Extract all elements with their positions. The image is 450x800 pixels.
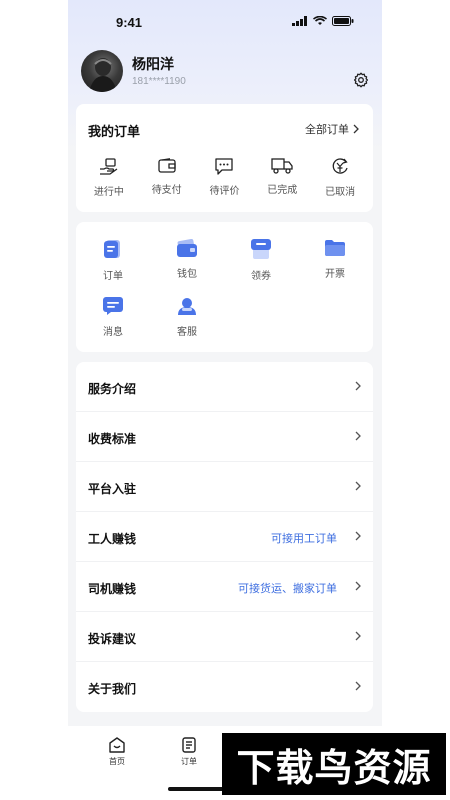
order-status-label: 待支付 xyxy=(151,185,182,196)
order-status-pending-payment[interactable]: 待支付 xyxy=(139,158,195,198)
order-status-in-progress[interactable]: 进行中 xyxy=(81,158,137,198)
menu-item-value: 可接货运、搬家订单 xyxy=(238,583,337,595)
order-status-label: 已取消 xyxy=(325,187,356,198)
my-orders-title: 我的订单 xyxy=(88,124,141,139)
wallet-card-icon xyxy=(177,239,197,257)
watermark: 下载鸟资源 xyxy=(222,733,446,795)
service-label: 订单 xyxy=(103,271,123,282)
status-time: 9:41 xyxy=(116,15,143,30)
service-label: 领券 xyxy=(251,271,271,282)
hand-box-icon xyxy=(99,158,118,175)
services-grid: 订单 钱包 领券 开票 消息 客服 xyxy=(76,238,373,338)
service-label: 消息 xyxy=(103,327,123,338)
service-wallet[interactable]: 钱包 xyxy=(150,238,224,282)
chevron-right-icon xyxy=(353,124,359,134)
menu-item-label: 收费标准 xyxy=(88,432,137,446)
tab-label: 订单 xyxy=(181,757,197,766)
order-status-row: 进行中 待支付 待评价 已完成 已取消 xyxy=(76,158,373,198)
tab-orders[interactable]: 订单 xyxy=(169,736,209,767)
menu-item-feedback[interactable]: 投诉建议 xyxy=(76,612,373,662)
order-status-cancelled[interactable]: 已取消 xyxy=(312,158,368,198)
menu-item-label: 投诉建议 xyxy=(88,632,137,646)
chevron-right-icon xyxy=(355,681,361,691)
profile-header[interactable]: 杨阳洋 181****1190 xyxy=(81,50,371,94)
menu-list-card: 服务介绍 收费标准 平台入驻 工人赚钱 可接用工订单 司机赚钱 可接货运、搬家订… xyxy=(76,362,373,712)
menu-item-label: 司机赚钱 xyxy=(88,582,137,596)
menu-item-platform-join[interactable]: 平台入驻 xyxy=(76,462,373,512)
service-label: 开票 xyxy=(325,269,345,280)
service-label: 钱包 xyxy=(177,269,197,280)
chevron-right-icon xyxy=(355,531,361,541)
message-icon xyxy=(103,297,123,315)
menu-item-label: 关于我们 xyxy=(88,682,137,696)
services-card: 订单 钱包 领券 开票 消息 客服 xyxy=(76,222,373,352)
order-status-label: 已完成 xyxy=(267,185,298,196)
order-status-pending-review[interactable]: 待评价 xyxy=(196,158,252,198)
order-status-label: 进行中 xyxy=(93,187,124,198)
truck-icon xyxy=(271,158,293,174)
settings-gear-icon[interactable] xyxy=(353,72,369,88)
menu-item-label: 服务介绍 xyxy=(88,382,137,396)
service-customer-support[interactable]: 客服 xyxy=(150,296,224,338)
status-icons xyxy=(292,16,354,26)
service-label: 客服 xyxy=(177,327,197,338)
status-bar: 9:41 xyxy=(68,0,382,42)
folder-icon xyxy=(325,240,345,256)
customer-service-icon xyxy=(178,298,196,315)
order-list-icon xyxy=(182,737,196,753)
menu-item-driver-earn[interactable]: 司机赚钱 可接货运、搬家订单 xyxy=(76,562,373,612)
order-status-label: 待评价 xyxy=(209,186,240,197)
chevron-right-icon xyxy=(355,631,361,641)
home-icon xyxy=(109,737,125,753)
my-orders-card: 我的订单 全部订单 进行中 待支付 待评价 已完成 已取消 xyxy=(76,104,373,212)
tab-label: 首页 xyxy=(109,757,125,766)
service-invoice[interactable]: 开票 xyxy=(298,238,372,282)
service-messages[interactable]: 消息 xyxy=(76,296,150,338)
tab-home[interactable]: 首页 xyxy=(97,736,137,767)
phone-screen: 9:41 杨阳洋 181****1190 我的订单 全部订单 进行中 待支付 待… xyxy=(68,0,382,800)
menu-item-worker-earn[interactable]: 工人赚钱 可接用工订单 xyxy=(76,512,373,562)
order-status-completed[interactable]: 已完成 xyxy=(254,158,310,198)
coupon-icon xyxy=(251,239,271,259)
order-icon xyxy=(104,240,120,258)
user-phone: 181****1190 xyxy=(132,76,186,87)
menu-item-label: 平台入驻 xyxy=(88,482,137,496)
service-orders[interactable]: 订单 xyxy=(76,238,150,282)
user-name: 杨阳洋 xyxy=(132,56,174,72)
menu-item-pricing[interactable]: 收费标准 xyxy=(76,412,373,462)
chevron-right-icon xyxy=(355,481,361,491)
yen-cancel-icon xyxy=(332,158,348,174)
all-orders-label: 全部订单 xyxy=(305,124,349,136)
battery-icon xyxy=(332,16,354,26)
menu-item-about-us[interactable]: 关于我们 xyxy=(76,662,373,712)
comment-icon xyxy=(215,158,234,175)
chevron-right-icon xyxy=(355,431,361,441)
service-coupons[interactable]: 领券 xyxy=(224,238,298,282)
menu-item-service-intro[interactable]: 服务介绍 xyxy=(76,362,373,412)
chevron-right-icon xyxy=(355,381,361,391)
chevron-right-icon xyxy=(355,581,361,591)
wifi-icon xyxy=(313,16,327,25)
all-orders-link[interactable]: 全部订单 xyxy=(305,121,359,137)
menu-item-value: 可接用工订单 xyxy=(271,533,337,545)
signal-icon xyxy=(292,16,307,26)
wallet-icon xyxy=(158,158,176,173)
avatar[interactable] xyxy=(81,50,123,92)
menu-item-label: 工人赚钱 xyxy=(88,532,137,546)
